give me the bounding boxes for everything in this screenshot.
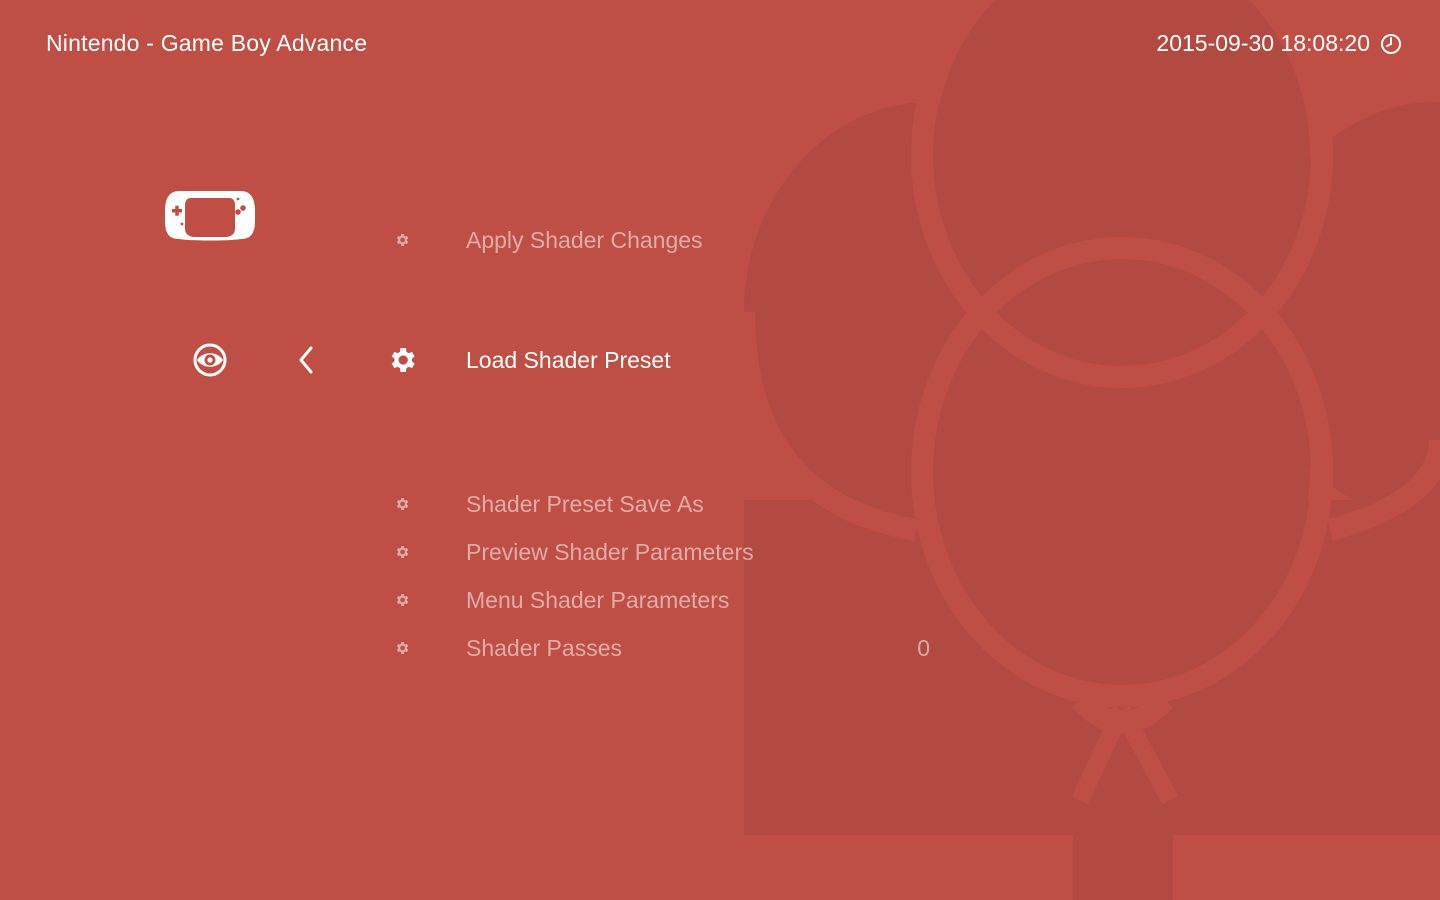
menu-item-label: Preview Shader Parameters — [466, 538, 754, 565]
gear-icon — [386, 632, 418, 664]
menu-item-shader-passes[interactable]: Shader Passes 0 — [386, 628, 946, 668]
game-boy-advance-icon[interactable] — [165, 189, 255, 248]
gear-icon — [386, 224, 418, 256]
system-title: Nintendo - Game Boy Advance — [46, 30, 368, 56]
background-artwork — [733, 0, 1440, 900]
gear-icon — [386, 488, 418, 520]
shader-passes-value: 0 — [917, 634, 930, 661]
menu-item-preview-shader-parameters[interactable]: Preview Shader Parameters — [386, 532, 946, 572]
clock: 2015-09-30 18:08:20 — [1156, 30, 1402, 57]
menu-item-apply-shader-changes[interactable]: Apply Shader Changes — [386, 220, 946, 260]
menu-item-menu-shader-parameters[interactable]: Menu Shader Parameters — [386, 580, 946, 620]
datetime-text: 2015-09-30 18:08:20 — [1156, 30, 1370, 56]
menu-item-label: Apply Shader Changes — [466, 226, 703, 253]
menu-item-label: Load Shader Preset — [466, 346, 671, 373]
clock-icon — [1380, 33, 1402, 55]
menu-item-load-shader-preset[interactable]: Load Shader Preset — [386, 340, 946, 380]
menu-item-label: Shader Passes — [466, 634, 622, 661]
menu-item-shader-preset-save-as[interactable]: Shader Preset Save As — [386, 484, 946, 524]
eye-icon[interactable] — [193, 343, 227, 382]
gear-icon — [386, 344, 418, 376]
menu-item-label: Menu Shader Parameters — [466, 586, 730, 613]
chevron-left-icon[interactable] — [296, 345, 316, 380]
gear-icon — [386, 536, 418, 568]
menu-item-label: Shader Preset Save As — [466, 490, 704, 517]
gear-icon — [386, 584, 418, 616]
